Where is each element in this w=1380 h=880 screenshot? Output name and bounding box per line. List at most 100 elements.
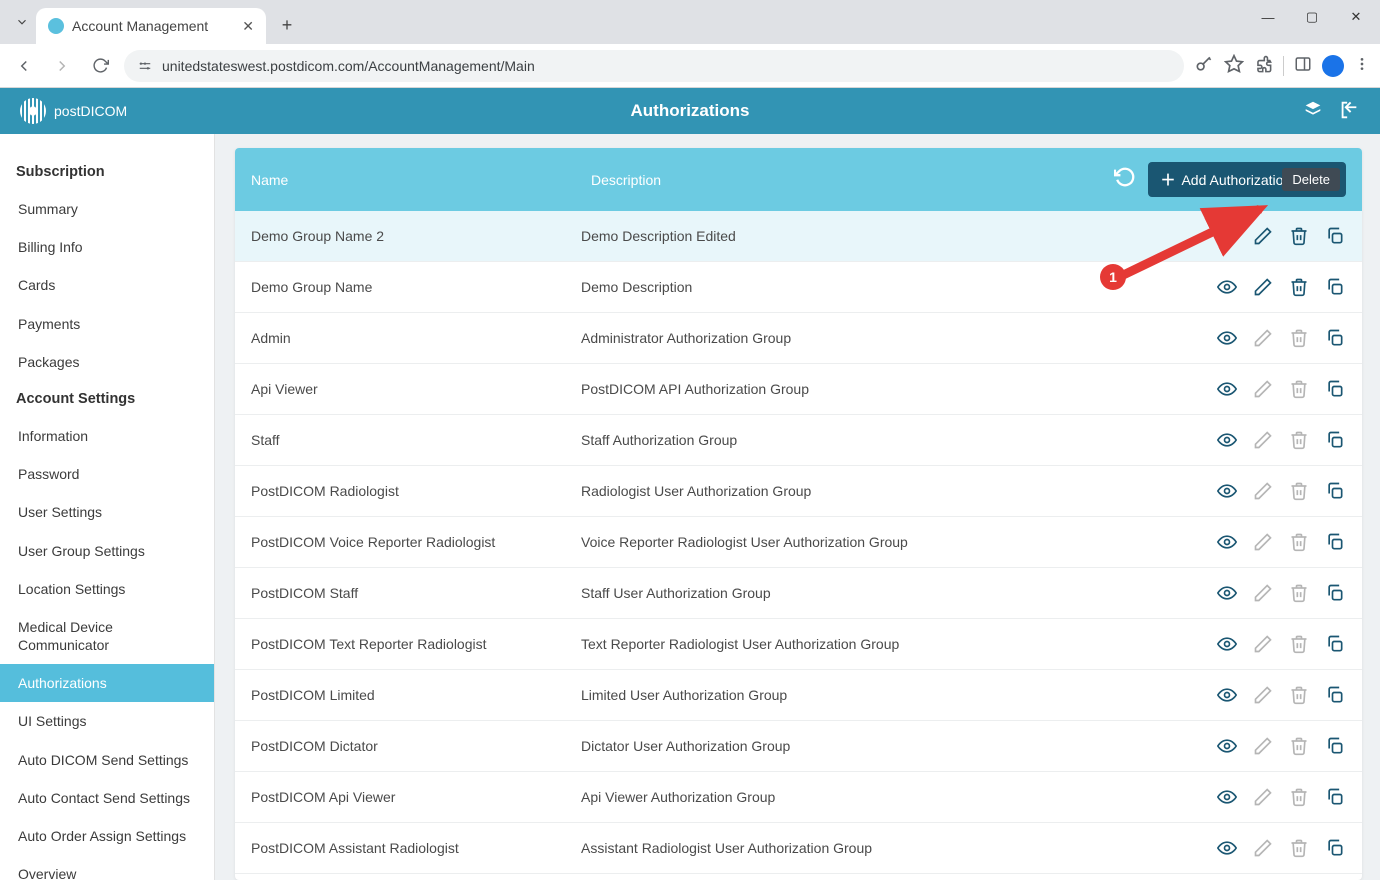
password-key-icon[interactable] xyxy=(1194,54,1214,77)
delete-icon[interactable] xyxy=(1288,735,1310,757)
copy-icon[interactable] xyxy=(1324,327,1346,349)
sidebar-item-ui-settings[interactable]: UI Settings xyxy=(0,702,214,740)
sidebar-item-location-settings[interactable]: Location Settings xyxy=(0,570,214,608)
edit-icon[interactable] xyxy=(1252,531,1274,553)
view-icon[interactable] xyxy=(1216,531,1238,553)
sidebar-item-authorizations[interactable]: Authorizations xyxy=(0,664,214,702)
sidebar-item-user-group-settings[interactable]: User Group Settings xyxy=(0,532,214,570)
browser-tab[interactable]: Account Management ✕ xyxy=(36,8,266,44)
reload-button[interactable] xyxy=(86,52,114,80)
tab-close-icon[interactable]: ✕ xyxy=(242,18,254,35)
edit-icon[interactable] xyxy=(1252,684,1274,706)
view-icon[interactable] xyxy=(1216,327,1238,349)
view-icon[interactable] xyxy=(1216,429,1238,451)
menu-dots-icon[interactable] xyxy=(1354,56,1370,75)
delete-icon[interactable] xyxy=(1288,684,1310,706)
copy-icon[interactable] xyxy=(1324,480,1346,502)
site-settings-icon[interactable] xyxy=(138,59,152,73)
bookmark-star-icon[interactable] xyxy=(1224,54,1244,77)
app-logo[interactable]: postDICOM xyxy=(20,98,127,124)
copy-icon[interactable] xyxy=(1324,786,1346,808)
logo-text: postDICOM xyxy=(54,103,127,119)
delete-icon[interactable] xyxy=(1288,531,1310,553)
copy-icon[interactable] xyxy=(1324,429,1346,451)
delete-icon[interactable] xyxy=(1288,327,1310,349)
new-tab-button[interactable]: + xyxy=(272,10,302,40)
sidebar-item-information[interactable]: Information xyxy=(0,417,214,455)
side-panel-icon[interactable] xyxy=(1294,55,1312,76)
sidebar-item-user-settings[interactable]: User Settings xyxy=(0,493,214,531)
view-icon[interactable] xyxy=(1216,786,1238,808)
header-credits-icon[interactable] xyxy=(1302,99,1324,124)
window-close[interactable]: ✕ xyxy=(1334,2,1378,32)
browser-tab-strip: Account Management ✕ + — ▢ ✕ xyxy=(0,0,1380,44)
header-exit-icon[interactable] xyxy=(1338,99,1360,124)
view-icon[interactable] xyxy=(1216,735,1238,757)
sidebar-item-payments[interactable]: Payments xyxy=(0,305,214,343)
edit-icon[interactable] xyxy=(1252,327,1274,349)
profile-avatar[interactable] xyxy=(1322,55,1344,77)
delete-icon[interactable] xyxy=(1288,633,1310,655)
copy-icon[interactable] xyxy=(1324,633,1346,655)
sidebar-item-medical-device-communicator[interactable]: Medical Device Communicator xyxy=(0,608,214,664)
view-icon[interactable] xyxy=(1216,582,1238,604)
delete-icon[interactable] xyxy=(1288,480,1310,502)
sidebar-item-auto-contact-send-settings[interactable]: Auto Contact Send Settings xyxy=(0,779,214,817)
tab-list-dropdown[interactable] xyxy=(8,8,36,36)
delete-icon[interactable] xyxy=(1288,378,1310,400)
view-icon[interactable] xyxy=(1216,480,1238,502)
edit-icon[interactable] xyxy=(1252,786,1274,808)
copy-icon[interactable] xyxy=(1324,837,1346,859)
row-description: Limited User Authorization Group xyxy=(581,687,1216,703)
table-row: StaffStaff Authorization Group xyxy=(235,415,1362,466)
edit-icon[interactable] xyxy=(1252,225,1274,247)
delete-icon[interactable] xyxy=(1288,225,1310,247)
edit-icon[interactable] xyxy=(1252,837,1274,859)
delete-icon[interactable] xyxy=(1288,276,1310,298)
edit-icon[interactable] xyxy=(1252,582,1274,604)
copy-icon[interactable] xyxy=(1324,582,1346,604)
edit-icon[interactable] xyxy=(1252,480,1274,502)
sidebar-item-summary[interactable]: Summary xyxy=(0,190,214,228)
view-icon[interactable] xyxy=(1216,276,1238,298)
delete-icon[interactable] xyxy=(1288,786,1310,808)
sidebar-item-billing-info[interactable]: Billing Info xyxy=(0,228,214,266)
copy-icon[interactable] xyxy=(1324,735,1346,757)
copy-icon[interactable] xyxy=(1324,276,1346,298)
refresh-icon[interactable] xyxy=(1114,166,1136,194)
sidebar-item-overview[interactable]: Overview xyxy=(0,855,214,880)
sidebar-item-packages[interactable]: Packages xyxy=(0,343,214,381)
copy-icon[interactable] xyxy=(1324,684,1346,706)
view-icon[interactable] xyxy=(1216,633,1238,655)
edit-icon[interactable] xyxy=(1252,378,1274,400)
sidebar-item-auto-order-assign-settings[interactable]: Auto Order Assign Settings xyxy=(0,817,214,855)
window-minimize[interactable]: — xyxy=(1246,2,1290,32)
copy-icon[interactable] xyxy=(1324,378,1346,400)
copy-icon[interactable] xyxy=(1324,225,1346,247)
edit-icon[interactable] xyxy=(1252,633,1274,655)
edit-icon[interactable] xyxy=(1252,276,1274,298)
delete-icon[interactable] xyxy=(1288,429,1310,451)
row-name: Api Viewer xyxy=(251,381,581,397)
column-header-description[interactable]: Description xyxy=(591,172,1104,188)
view-icon[interactable] xyxy=(1216,837,1238,859)
sidebar-item-auto-dicom-send-settings[interactable]: Auto DICOM Send Settings xyxy=(0,741,214,779)
column-header-name[interactable]: Name xyxy=(251,172,581,188)
row-description: Assistant Radiologist User Authorization… xyxy=(581,840,1216,856)
view-icon[interactable] xyxy=(1216,225,1238,247)
nav-forward-button[interactable] xyxy=(48,52,76,80)
window-maximize[interactable]: ▢ xyxy=(1290,2,1334,32)
view-icon[interactable] xyxy=(1216,684,1238,706)
sidebar-item-cards[interactable]: Cards xyxy=(0,266,214,304)
nav-back-button[interactable] xyxy=(10,52,38,80)
table-row: PostDICOM Assistant RadiologistAssistant… xyxy=(235,823,1362,874)
copy-icon[interactable] xyxy=(1324,531,1346,553)
extensions-icon[interactable] xyxy=(1254,55,1273,77)
delete-icon[interactable] xyxy=(1288,837,1310,859)
edit-icon[interactable] xyxy=(1252,429,1274,451)
edit-icon[interactable] xyxy=(1252,735,1274,757)
delete-icon[interactable] xyxy=(1288,582,1310,604)
sidebar-item-password[interactable]: Password xyxy=(0,455,214,493)
address-bar[interactable]: unitedstateswest.postdicom.com/AccountMa… xyxy=(124,50,1184,82)
view-icon[interactable] xyxy=(1216,378,1238,400)
